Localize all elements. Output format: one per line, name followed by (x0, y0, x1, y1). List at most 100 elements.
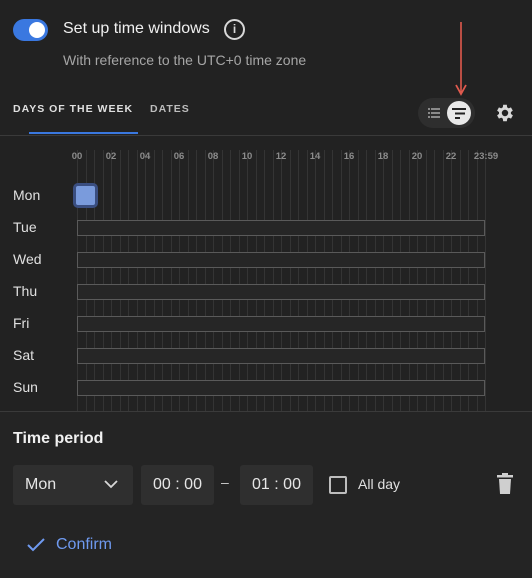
confirm-button[interactable]: Confirm (26, 536, 112, 554)
grid-line (323, 150, 325, 412)
grid-line (196, 150, 197, 412)
grid-line (281, 150, 282, 412)
grid-line (264, 150, 265, 412)
grid-line (451, 150, 452, 412)
header: Set up time windows i With reference to … (0, 0, 532, 85)
grid-line (162, 150, 163, 412)
time-period-panel: Time period Mon 00 : 00 – 01 : 00 All da… (0, 411, 532, 578)
day-label-mon: Mon (13, 187, 41, 203)
grid-line (187, 150, 189, 412)
grid-line (357, 150, 359, 412)
grid-line (128, 150, 129, 412)
grid-line (136, 150, 138, 412)
gear-icon[interactable] (494, 102, 516, 124)
grid-line (102, 150, 104, 412)
end-time-input[interactable]: 01 : 00 (240, 465, 313, 505)
chevron-down-icon (104, 480, 118, 489)
timeline-view-icon (452, 107, 466, 119)
grid-line (247, 150, 248, 412)
hour-label: 08 (207, 151, 219, 162)
day-timeline-fri[interactable] (77, 316, 485, 332)
hour-label: 02 (105, 151, 117, 162)
timezone-subtitle: With reference to the UTC+0 time zone (63, 52, 307, 68)
day-select-value: Mon (25, 476, 57, 493)
day-timeline-tue[interactable] (77, 220, 485, 236)
hour-label: 04 (139, 151, 151, 162)
grid-line (315, 150, 316, 412)
grid-line (213, 150, 214, 412)
grid-line (425, 150, 427, 412)
grid-line (179, 150, 180, 412)
day-label-sun: Sun (13, 379, 38, 395)
grid-line (349, 150, 350, 412)
time-range-separator: – (221, 474, 229, 490)
grid-line (238, 150, 240, 412)
list-view-button[interactable] (422, 101, 446, 125)
grid-line (383, 150, 384, 412)
grid-line (332, 150, 333, 412)
grid-line (170, 150, 172, 412)
grid-line (374, 150, 376, 412)
hour-label: 06 (173, 151, 185, 162)
grid-line (459, 150, 461, 412)
day-label-tue: Tue (13, 219, 37, 235)
confirm-label: Confirm (56, 536, 113, 553)
grid-line (442, 150, 444, 412)
grid-line (476, 150, 478, 412)
grid-line (272, 150, 274, 412)
day-label-sat: Sat (13, 347, 35, 363)
hour-label: 22 (445, 151, 457, 162)
grid-line (119, 150, 121, 412)
day-timeline-sat[interactable] (77, 348, 485, 364)
list-view-icon (428, 108, 440, 118)
grid-line (400, 150, 401, 412)
grid-line (366, 150, 367, 412)
grid-line (255, 150, 257, 412)
all-day-label: All day (358, 476, 401, 492)
annotation-arrow (455, 22, 467, 96)
day-label-wed: Wed (13, 251, 42, 267)
grid-line (417, 150, 418, 412)
selected-time-slot[interactable] (73, 183, 98, 208)
view-switch (418, 98, 475, 128)
hour-label: 12 (275, 151, 287, 162)
grid-line (289, 150, 291, 412)
grid-line (153, 150, 155, 412)
grid-line (230, 150, 231, 412)
grid-line (111, 150, 112, 412)
checkmark-icon (27, 538, 45, 552)
day-label-thu: Thu (13, 283, 38, 299)
hour-label: 18 (377, 151, 389, 162)
grid-line (468, 150, 469, 412)
hour-label: 23:59 (473, 151, 499, 162)
day-select[interactable]: Mon (13, 465, 133, 505)
day-timeline-wed[interactable] (77, 252, 485, 268)
day-timeline-thu[interactable] (77, 284, 485, 300)
grid-line (145, 150, 146, 412)
hour-label: 14 (309, 151, 321, 162)
grid-line (408, 150, 410, 412)
trash-icon[interactable] (496, 473, 514, 495)
grid-line (298, 150, 299, 412)
hour-label: 20 (411, 151, 423, 162)
grid-line (204, 150, 206, 412)
day-label-fri: Fri (13, 315, 30, 331)
info-icon[interactable]: i (224, 19, 245, 40)
tab-dates[interactable]: DATES (150, 103, 190, 115)
grid-line (221, 150, 223, 412)
page-title: Set up time windows (63, 20, 210, 37)
grid-line (434, 150, 435, 412)
hour-label: 16 (343, 151, 355, 162)
start-time-input[interactable]: 00 : 00 (141, 465, 214, 505)
weekly-schedule-grid: 00 02 04 06 08 10 12 14 16 18 20 22 23:59 Mon Tue We… (0, 135, 532, 412)
tab-days-of-week[interactable]: DAYS OF THE WEEK (13, 103, 133, 115)
hour-label: 00 (71, 151, 83, 162)
hour-label: 10 (241, 151, 253, 162)
timeline-view-button[interactable] (447, 101, 471, 125)
time-period-title: Time period (13, 430, 104, 447)
day-timeline-sun[interactable] (77, 380, 485, 396)
grid-line (306, 150, 308, 412)
time-windows-toggle[interactable] (13, 19, 48, 41)
grid-line (485, 150, 486, 412)
all-day-checkbox[interactable] (329, 476, 347, 494)
